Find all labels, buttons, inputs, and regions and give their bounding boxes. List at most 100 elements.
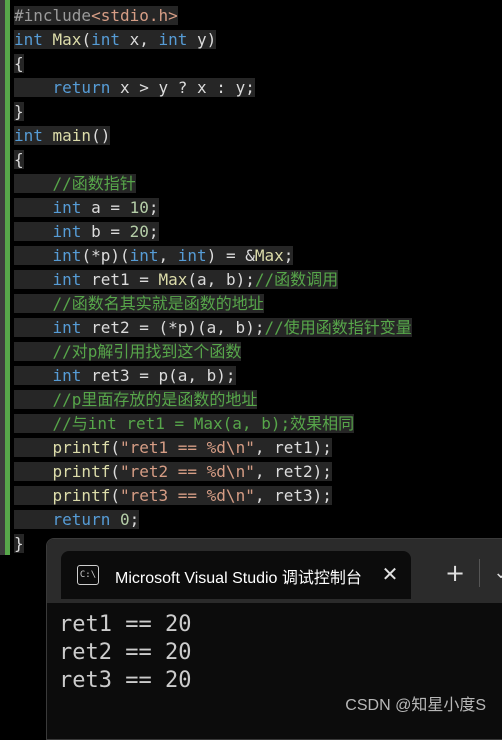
code-line[interactable]: int Max(int x, int y) [14, 28, 412, 52]
line-highlight: printf("ret3 == %d\n", ret3); [14, 486, 332, 505]
line-highlight: //对p解引用找到这个函数 [14, 342, 242, 361]
code-token: //与int ret1 = Max(a, b);效果相同 [52, 414, 355, 433]
code-token: , ret1); [254, 438, 332, 457]
code-token: { [14, 54, 24, 73]
code-line[interactable]: { [14, 148, 412, 172]
code-token: 20 [129, 222, 149, 241]
code-token: int [52, 198, 92, 217]
code-line[interactable]: int ret1 = Max(a, b);//函数调用 [14, 268, 412, 292]
code-token: //函数名其实就是函数的地址 [52, 294, 264, 313]
code-token: int [91, 30, 130, 49]
code-token: (a, b); [187, 270, 255, 289]
code-token: ; [283, 246, 294, 265]
code-token: Max [158, 270, 188, 289]
code-token: #include [14, 6, 92, 25]
code-token: int [52, 366, 92, 385]
output-line: ret1 == 20 [59, 612, 192, 637]
code-line[interactable]: return 0; [14, 508, 412, 532]
line-highlight: printf("ret1 == %d\n", ret1); [14, 438, 332, 457]
line-highlight: int ret1 = Max(a, b);//函数调用 [14, 270, 339, 289]
line-highlight: int ret3 = p(a, b); [14, 366, 236, 385]
code-token: } [14, 102, 24, 121]
output-line: ret3 == 20 [59, 668, 192, 693]
code-line[interactable]: //对p解引用找到这个函数 [14, 340, 412, 364]
code-token: ( [110, 438, 120, 457]
code-line[interactable]: int ret2 = (*p)(a, b);//使用函数指针变量 [14, 316, 412, 340]
code-token: //使用函数指针变量 [264, 318, 412, 337]
code-token: 10 [129, 198, 149, 217]
close-tab-icon[interactable]: ✕ [377, 561, 403, 587]
code-token: ret2 = (*p)(a, b); [91, 318, 265, 337]
code-token: //函数指针 [52, 174, 136, 193]
code-line[interactable]: int ret3 = p(a, b); [14, 364, 412, 388]
chevron-down-icon[interactable]: ⌄ [489, 559, 502, 587]
code-line[interactable]: #include<stdio.h> [14, 4, 412, 28]
code-token: int [52, 246, 82, 265]
change-indicator-bar [5, 0, 10, 555]
line-highlight: //p里面存放的是函数的地址 [14, 390, 258, 409]
code-token: x > y ? x : y; [119, 78, 255, 97]
code-token: "ret1 == %d\n" [119, 438, 255, 457]
terminal-tab[interactable]: C:\ Microsoft Visual Studio 调试控制台 ✕ [61, 551, 411, 599]
code-line[interactable]: printf("ret2 == %d\n", ret2); [14, 460, 412, 484]
code-token: ) = & [206, 246, 255, 265]
code-token: int [158, 30, 198, 49]
new-tab-button[interactable]: + [441, 559, 469, 587]
code-token: x, [129, 30, 159, 49]
code-token: int [14, 30, 53, 49]
titlebar-divider [479, 559, 480, 587]
line-highlight: int b = 20; [14, 222, 159, 241]
code-line[interactable]: int a = 10; [14, 196, 412, 220]
code-token: printf [52, 486, 111, 505]
line-highlight: { [14, 54, 24, 73]
code-token: y) [197, 30, 217, 49]
code-token: 0 [119, 510, 130, 529]
code-line[interactable]: printf("ret1 == %d\n", ret1); [14, 436, 412, 460]
line-highlight: } [14, 102, 24, 121]
code-line[interactable]: } [14, 100, 412, 124]
code-token: ; [129, 510, 140, 529]
code-token: ; [148, 198, 159, 217]
code-lines[interactable]: #include<stdio.h> int Max(int x, int y){ … [14, 4, 412, 556]
line-highlight: int a = 10; [14, 198, 159, 217]
code-line[interactable]: int main() [14, 124, 412, 148]
line-highlight: int Max(int x, int y) [14, 30, 217, 49]
code-line[interactable]: //函数名其实就是函数的地址 [14, 292, 412, 316]
code-line[interactable]: printf("ret3 == %d\n", ret3); [14, 484, 412, 508]
code-line[interactable]: { [14, 52, 412, 76]
code-token: ( [110, 462, 120, 481]
output-line: ret2 == 20 [59, 640, 192, 665]
code-token: int [14, 126, 53, 145]
code-token: printf [52, 462, 111, 481]
code-token: //函数调用 [254, 270, 339, 289]
line-highlight: return x > y ? x : y; [14, 78, 255, 97]
line-highlight: //函数名其实就是函数的地址 [14, 294, 264, 313]
line-highlight: return 0; [14, 510, 140, 529]
line-highlight: //函数指针 [14, 174, 136, 193]
code-token: { [14, 150, 24, 169]
code-line[interactable]: return x > y ? x : y; [14, 76, 412, 100]
code-line[interactable]: int b = 20; [14, 220, 412, 244]
code-token: return [52, 510, 120, 529]
code-token: ret1 = [91, 270, 159, 289]
code-line[interactable]: int(*p)(int, int) = &Max; [14, 244, 412, 268]
code-line[interactable]: //与int ret1 = Max(a, b);效果相同 [14, 412, 412, 436]
code-token: , ret2); [254, 462, 332, 481]
code-token: "ret3 == %d\n" [119, 486, 255, 505]
code-token: ret3 = p(a, b); [91, 366, 236, 385]
code-token: Max [254, 246, 284, 265]
code-line[interactable]: //函数指针 [14, 172, 412, 196]
code-line[interactable]: //p里面存放的是函数的地址 [14, 388, 412, 412]
line-highlight: int ret2 = (*p)(a, b);//使用函数指针变量 [14, 318, 412, 337]
